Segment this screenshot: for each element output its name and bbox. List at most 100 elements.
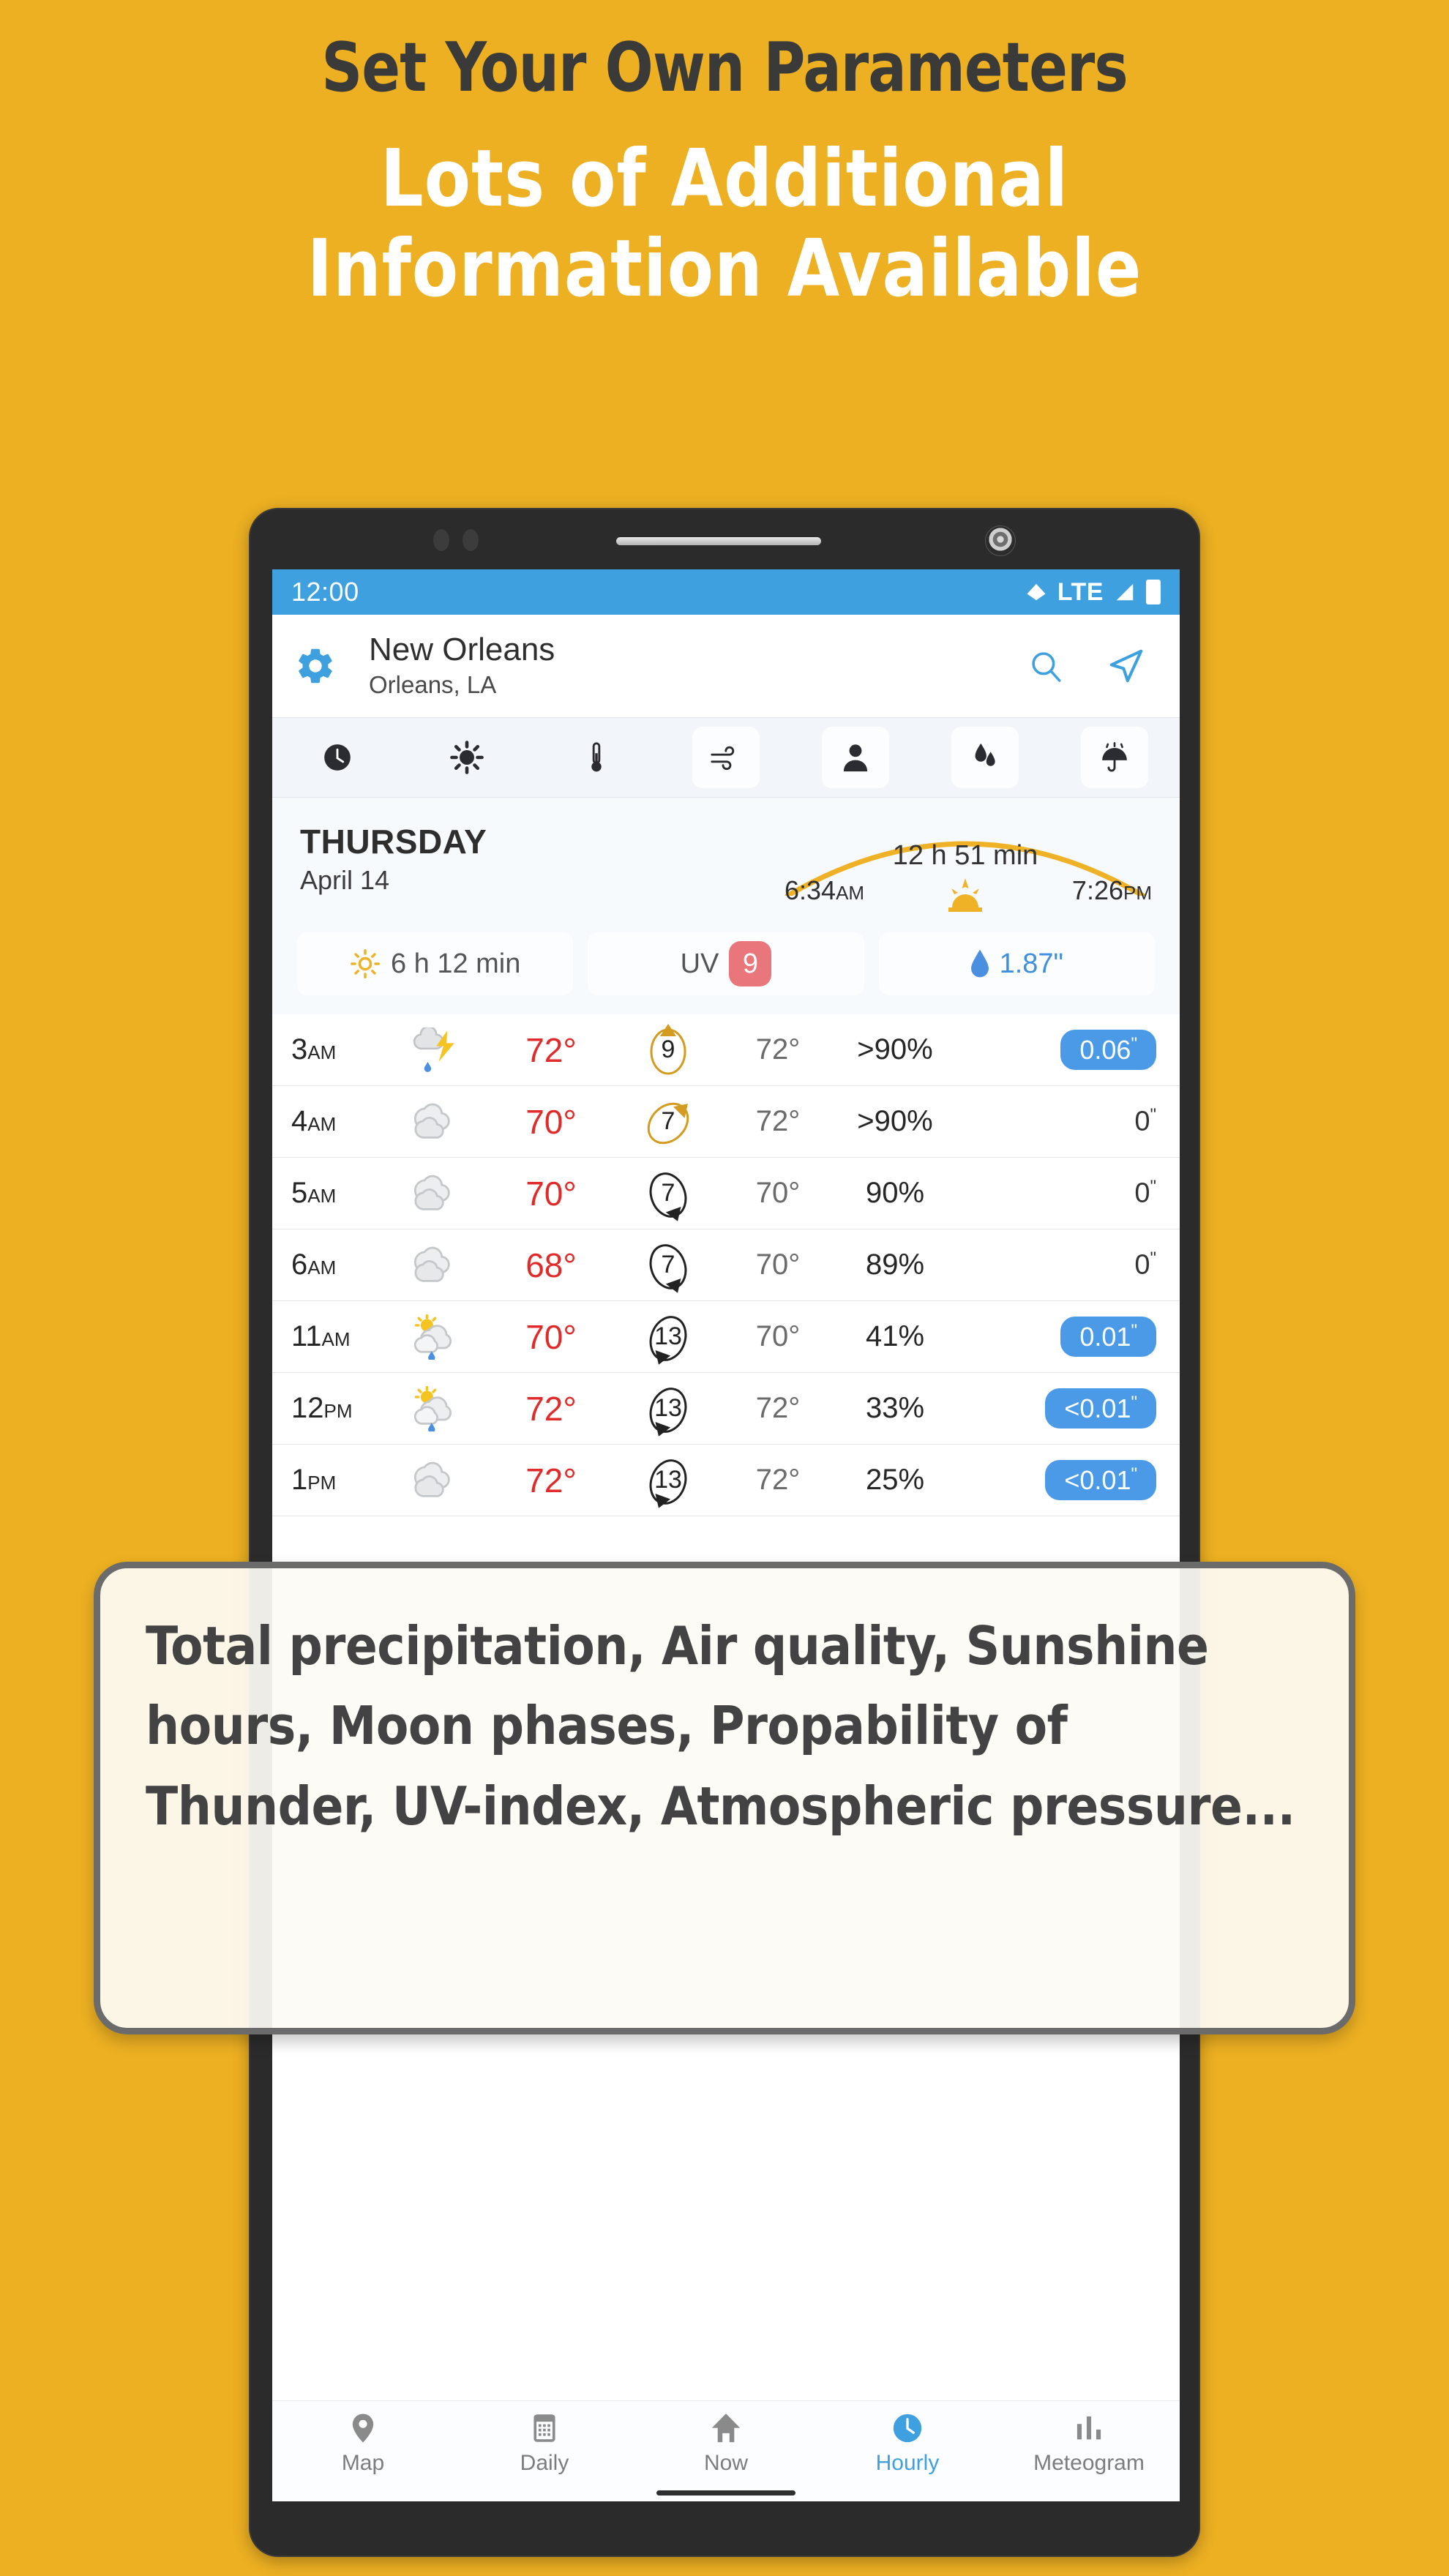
nav-label-map: Map bbox=[341, 2451, 385, 2475]
app-header: New Orleans Orleans, LA bbox=[272, 615, 1180, 717]
parameter-tab-thermometer[interactable] bbox=[531, 718, 661, 797]
hourly-feels-like: 72° bbox=[755, 1033, 801, 1066]
day-summary: THURSDAY April 14 12 h 51 min 6:34AM 7:2… bbox=[272, 798, 1180, 922]
hourly-feels-like: 72° bbox=[755, 1464, 801, 1496]
hourly-time: 6AM bbox=[291, 1248, 337, 1281]
hourly-wind: 13 bbox=[613, 1379, 723, 1438]
nav-label-meteogram: Meteogram bbox=[1033, 2451, 1145, 2475]
hourly-feels-like: 70° bbox=[755, 1320, 801, 1352]
hourly-precipitation: <0.01" bbox=[957, 1460, 1161, 1500]
hourly-wind-speed: 7 bbox=[661, 1179, 675, 1207]
phone-screen: 12:00 LTE New Orleans Orleans, LA THURSD… bbox=[272, 569, 1180, 2501]
sunset-time: 7:26PM bbox=[1071, 875, 1152, 905]
clock-icon bbox=[323, 744, 351, 771]
location-block[interactable]: New Orleans Orleans, LA bbox=[369, 632, 1027, 700]
sun-icon bbox=[449, 741, 484, 774]
hourly-temperature: 70° bbox=[525, 1102, 577, 1141]
precip-value: 0" bbox=[1134, 1105, 1156, 1137]
parameter-tab-sun[interactable] bbox=[402, 718, 531, 797]
precip-pill: <0.01" bbox=[1045, 1460, 1156, 1500]
hourly-row[interactable]: 6AM 68° 7 70° 89% 0" bbox=[272, 1229, 1180, 1301]
hourly-wind: 7 bbox=[613, 1236, 723, 1295]
hourly-condition bbox=[379, 1314, 489, 1360]
umbrella-rain-icon bbox=[1102, 742, 1128, 772]
precip-pill: 0.01" bbox=[1060, 1317, 1156, 1357]
hourly-forecast-list[interactable]: 3AM 72° 9 72° >90% 0.06" 4AM 70° 7 72° >… bbox=[272, 1014, 1180, 1516]
status-bar: 12:00 LTE bbox=[272, 569, 1180, 615]
home-indicator bbox=[656, 2490, 795, 2496]
parameter-tab-humidity[interactable] bbox=[921, 718, 1050, 797]
cloudy-icon bbox=[413, 1103, 450, 1139]
hourly-row[interactable]: 5AM 70° 7 70° 90% 0" bbox=[272, 1158, 1180, 1229]
nav-item-now[interactable]: Now bbox=[635, 2411, 817, 2476]
hourly-wind-speed: 13 bbox=[654, 1322, 682, 1350]
chip-sunshine[interactable]: 6 h 12 min bbox=[297, 932, 574, 995]
hourly-wind-speed: 13 bbox=[654, 1466, 682, 1494]
home-icon bbox=[711, 2414, 741, 2443]
hourly-precipitation: 0" bbox=[957, 1105, 1161, 1138]
hourly-precipitation: 0" bbox=[957, 1177, 1161, 1210]
precip-pill: <0.01" bbox=[1045, 1388, 1156, 1429]
sunrise-time: 6:34AM bbox=[785, 875, 865, 905]
nav-item-hourly[interactable]: Hourly bbox=[817, 2411, 998, 2476]
sun-path-block: 12 h 51 min 6:34AM 7:26PM bbox=[779, 805, 1152, 915]
hourly-wind: 13 bbox=[613, 1451, 723, 1510]
status-icons: LTE bbox=[1025, 578, 1161, 607]
sensor-dot-icon bbox=[463, 529, 479, 551]
day-name: THURSDAY bbox=[300, 822, 487, 861]
precip-pill: 0.06" bbox=[1060, 1030, 1156, 1070]
feature-callout-text: Total precipitation, Air quality, Sunshi… bbox=[146, 1615, 1295, 1837]
nav-item-map[interactable]: Map bbox=[272, 2411, 454, 2476]
map-pin-icon bbox=[352, 2414, 374, 2443]
nav-label-now: Now bbox=[703, 2451, 748, 2475]
hourly-time: 4AM bbox=[291, 1105, 337, 1137]
daylight-duration: 12 h 51 min bbox=[892, 840, 1038, 871]
hourly-time: 5AM bbox=[291, 1177, 337, 1209]
sunshine-icon bbox=[350, 949, 380, 978]
day-date: April 14 bbox=[300, 865, 390, 896]
location-city: New Orleans bbox=[369, 631, 555, 667]
feature-callout: Total precipitation, Air quality, Sunshi… bbox=[94, 1562, 1355, 2034]
hourly-row[interactable]: 12PM 72° 13 72° 33% <0.01" bbox=[272, 1373, 1180, 1445]
chip-uv-badge: 9 bbox=[729, 941, 772, 986]
hourly-time: 1PM bbox=[291, 1464, 337, 1496]
hourly-humidity: >90% bbox=[857, 1105, 933, 1137]
parameter-tab-person[interactable] bbox=[791, 718, 921, 797]
nav-item-daily[interactable]: Daily bbox=[454, 2411, 635, 2476]
chip-precipitation[interactable]: 1.87" bbox=[878, 932, 1155, 995]
hourly-row[interactable]: 1PM 72° 13 72° 25% <0.01" bbox=[272, 1445, 1180, 1516]
hourly-precipitation: <0.01" bbox=[957, 1388, 1161, 1429]
hourly-wind-speed: 7 bbox=[661, 1251, 675, 1278]
promo-subheadline-line2: Information Available bbox=[307, 223, 1142, 315]
nav-item-meteogram[interactable]: Meteogram bbox=[998, 2411, 1180, 2476]
search-icon[interactable] bbox=[1027, 648, 1064, 684]
hourly-temperature: 72° bbox=[525, 1030, 577, 1069]
promo-subheadline-line1: Lots of Additional bbox=[380, 133, 1069, 225]
gear-icon[interactable] bbox=[294, 645, 337, 687]
hourly-feels-like: 70° bbox=[755, 1177, 801, 1209]
person-icon bbox=[844, 744, 868, 772]
navigation-arrow-icon[interactable] bbox=[1107, 646, 1146, 686]
hourly-condition bbox=[379, 1099, 489, 1145]
parameter-tab-umbrella[interactable] bbox=[1050, 718, 1180, 797]
raindrop-icon bbox=[970, 949, 989, 978]
hourly-feels-like: 72° bbox=[755, 1392, 801, 1424]
hourly-row[interactable]: 3AM 72° 9 72° >90% 0.06" bbox=[272, 1014, 1180, 1086]
hourly-wind: 7 bbox=[613, 1093, 723, 1151]
day-label-block: THURSDAY April 14 bbox=[300, 824, 487, 896]
hourly-precipitation: 0.01" bbox=[957, 1317, 1161, 1357]
status-network-label: LTE bbox=[1057, 577, 1104, 606]
hourly-wind: 13 bbox=[613, 1308, 723, 1366]
hourly-condition bbox=[379, 1243, 489, 1288]
hourly-temperature: 70° bbox=[525, 1317, 577, 1356]
front-camera-icon bbox=[985, 525, 1016, 556]
chip-uv[interactable]: UV 9 bbox=[588, 932, 864, 995]
parameter-tab-clock[interactable] bbox=[272, 718, 402, 797]
chip-precipitation-value: 1.87" bbox=[999, 948, 1064, 979]
hourly-row[interactable]: 4AM 70° 7 72° >90% 0" bbox=[272, 1086, 1180, 1158]
hourly-precipitation: 0" bbox=[957, 1248, 1161, 1281]
hourly-row[interactable]: 11AM 70° 13 70° 41% 0.01" bbox=[272, 1301, 1180, 1373]
hourly-condition bbox=[379, 1458, 489, 1503]
parameter-tab-wind[interactable] bbox=[661, 718, 790, 797]
cloudy-icon bbox=[413, 1175, 450, 1210]
